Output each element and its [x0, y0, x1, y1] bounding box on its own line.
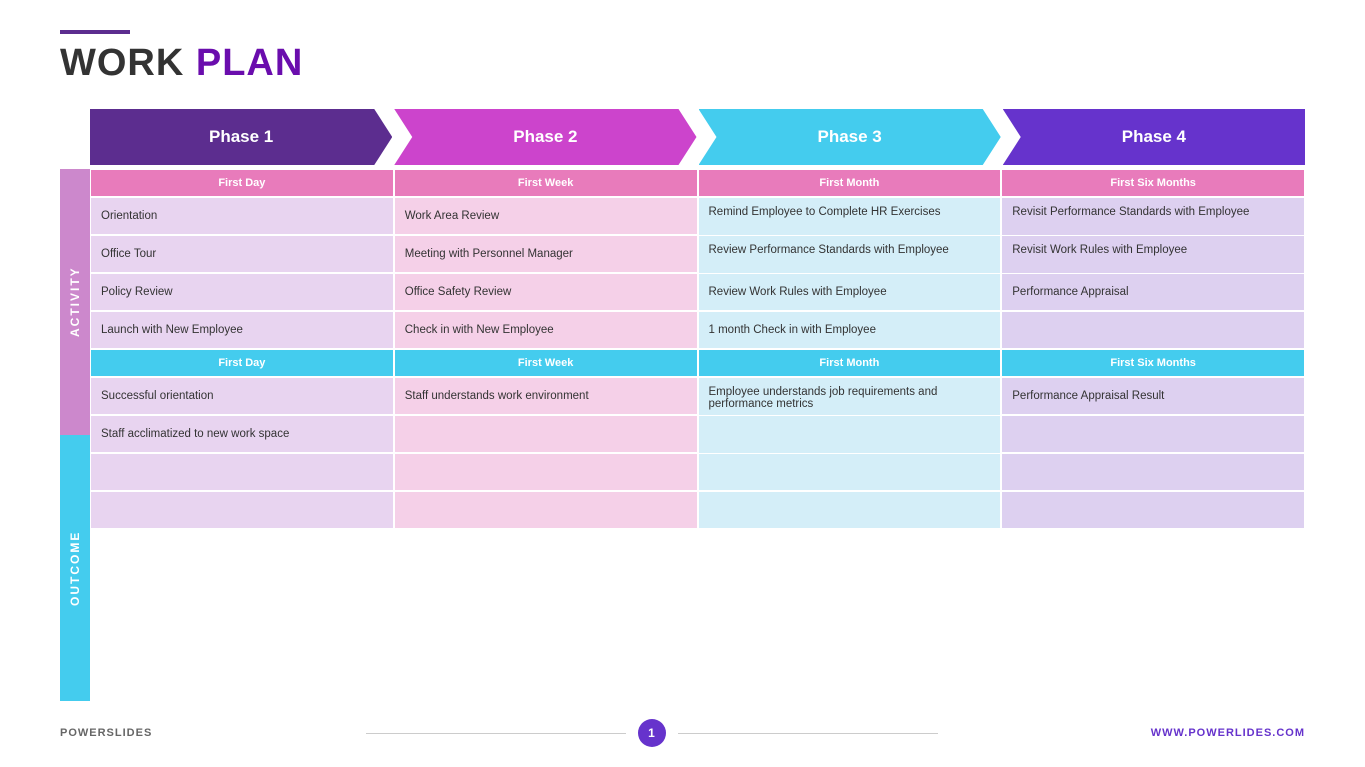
activity-subheader-4: First Six Months: [1001, 169, 1305, 197]
activity-subheader-1: First Day: [90, 169, 394, 197]
header-accent-line: [60, 30, 130, 34]
outcome-label: Outcome: [60, 435, 90, 701]
outcome-sub-header-row: First Day First Week First Month First S…: [90, 349, 1305, 377]
activity-sub-header-row: First Day First Week First Month First S…: [90, 169, 1305, 197]
outcome-r3-c1: [90, 453, 394, 491]
header: WORK PLAN: [60, 30, 1305, 85]
outcome-r1-c1: Successful orientation: [90, 377, 394, 415]
outcome-r3-c2: [394, 453, 698, 491]
activity-r3-c2: Office Safety Review: [394, 273, 698, 311]
outcome-r2-c4: [1001, 415, 1305, 453]
activity-r4-c4: [1001, 311, 1305, 349]
outcome-r3-c4: [1001, 453, 1305, 491]
activity-row-4: Launch with New Employee Check in with N…: [90, 311, 1305, 349]
title-part1: WORK: [60, 42, 196, 84]
page: WORK PLAN Phase 1 Phase 2 Phase 3 Phase …: [0, 0, 1365, 767]
body-table: Activity Outcome First Day First Week Fi…: [60, 169, 1305, 701]
footer-brand-right: WWW.POWERLIDES.COM: [1151, 727, 1305, 739]
title-part2: PLAN: [196, 42, 303, 84]
content-grid: First Day First Week First Month First S…: [90, 169, 1305, 701]
activity-r3-c3: Review Work Rules with Employee: [698, 273, 1002, 311]
outcome-subheader-4: First Six Months: [1001, 349, 1305, 377]
outcome-r3-c3: [698, 453, 1002, 491]
activity-r4-c2: Check in with New Employee: [394, 311, 698, 349]
activity-subheader-3: First Month: [698, 169, 1002, 197]
outcome-row-3: [90, 453, 1305, 491]
activity-label: Activity: [60, 169, 90, 435]
outcome-r2-c2: [394, 415, 698, 453]
activity-row-1: Orientation Work Area Review Remind Empl…: [90, 197, 1305, 235]
activity-r1-c2: Work Area Review: [394, 197, 698, 235]
footer-brand-left: POWERSLIDES: [60, 727, 152, 739]
outcome-row-2: Staff acclimatized to new work space: [90, 415, 1305, 453]
activity-r3-c4: Performance Appraisal: [1001, 273, 1305, 311]
table-container: Phase 1 Phase 2 Phase 3 Phase 4 Activity…: [60, 109, 1305, 701]
activity-r1-c1: Orientation: [90, 197, 394, 235]
phase-4-header: Phase 4: [1003, 109, 1305, 165]
phase-3-header: Phase 3: [699, 109, 1001, 165]
activity-section: First Day First Week First Month First S…: [90, 169, 1305, 349]
outcome-r4-c2: [394, 491, 698, 529]
outcome-row-4: [90, 491, 1305, 529]
activity-row-3: Policy Review Office Safety Review Revie…: [90, 273, 1305, 311]
outcome-subheader-1: First Day: [90, 349, 394, 377]
outcome-section: First Day First Week First Month First S…: [90, 349, 1305, 701]
phase-2-header: Phase 2: [394, 109, 696, 165]
page-title: WORK PLAN: [60, 42, 1305, 85]
outcome-r4-c1: [90, 491, 394, 529]
outcome-r4-c4: [1001, 491, 1305, 529]
outcome-subheader-2: First Week: [394, 349, 698, 377]
outcome-row-1: Successful orientation Staff understands…: [90, 377, 1305, 415]
footer: POWERSLIDES 1 WWW.POWERLIDES.COM: [60, 709, 1305, 747]
outcome-subheader-3: First Month: [698, 349, 1002, 377]
outcome-r1-c2: Staff understands work environment: [394, 377, 698, 415]
footer-center: 1: [366, 719, 938, 747]
side-label-column: Activity Outcome: [60, 169, 90, 701]
outcome-r4-c3: [698, 491, 1002, 529]
phase-1-header: Phase 1: [90, 109, 392, 165]
outcome-r2-c1: Staff acclimatized to new work space: [90, 415, 394, 453]
activity-row-2: Office Tour Meeting with Personnel Manag…: [90, 235, 1305, 273]
footer-line-right: [678, 733, 938, 734]
footer-line-left: [366, 733, 626, 734]
phase-row: Phase 1 Phase 2 Phase 3 Phase 4: [90, 109, 1305, 165]
outcome-r1-c4: Performance Appraisal Result: [1001, 377, 1305, 415]
activity-subheader-2: First Week: [394, 169, 698, 197]
activity-r2-c2: Meeting with Personnel Manager: [394, 235, 698, 273]
activity-r2-c1: Office Tour: [90, 235, 394, 273]
activity-r4-c1: Launch with New Employee: [90, 311, 394, 349]
activity-r3-c1: Policy Review: [90, 273, 394, 311]
activity-r4-c3: 1 month Check in with Employee: [698, 311, 1002, 349]
footer-page-badge: 1: [638, 719, 666, 747]
